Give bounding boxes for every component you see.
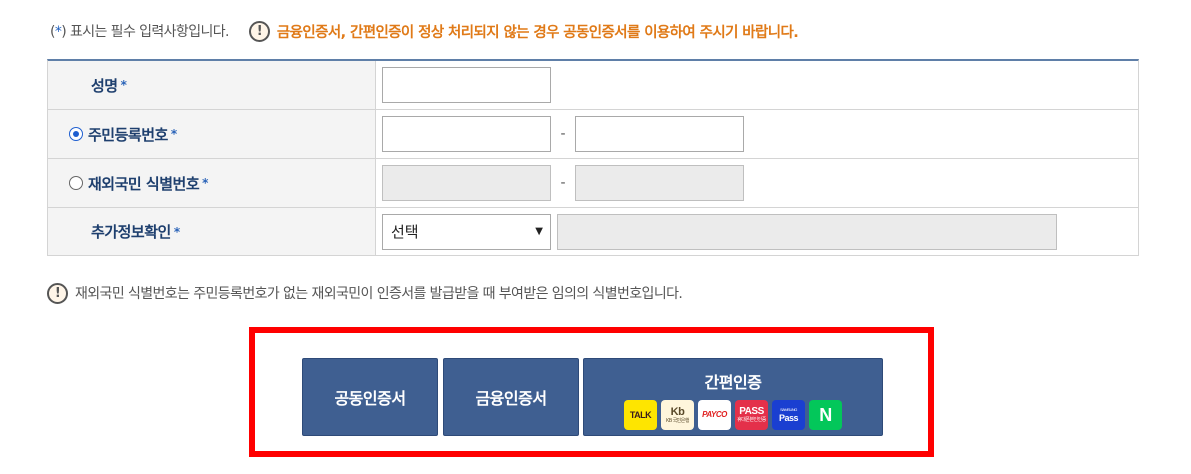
naver-icon: N — [809, 400, 842, 430]
samsung-pass-icon: SAMSUNG Pass — [772, 400, 805, 430]
rrn-front-input[interactable] — [382, 116, 551, 152]
form-row-name: 성명 * — [48, 61, 1138, 110]
payco-icon: PAYCO — [698, 400, 731, 430]
rrn-radio[interactable] — [69, 127, 83, 141]
foreigner-back-input — [575, 165, 744, 201]
foreigner-id-notice: ! 재외국민 식별번호는 주민등록번호가 없는 재외국민이 인증서를 발급받을 … — [47, 281, 683, 305]
extra-info-input — [557, 213, 1057, 250]
required-note: (*) 표시는 필수 입력사항입니다. — [50, 24, 230, 40]
foreigner-value-cell: - — [376, 159, 1138, 207]
public-certificate-button[interactable]: 공동인증서 — [302, 358, 438, 436]
foreigner-separator: - — [560, 175, 566, 191]
auth-method-highlight: 공동인증서 금융인증서 간편인증 TALK Kb KB 국민은행 PAYCO PA… — [249, 327, 934, 457]
provider-icons: TALK Kb KB 국민은행 PAYCO PASS 휴대폰본인인증 SAMSUNG… — [624, 400, 842, 430]
extra-value-cell: 선택 ▼ — [376, 208, 1138, 255]
extra-info-select[interactable]: 선택 ▼ — [382, 213, 551, 250]
rrn-label: 주민등록번호 * — [48, 110, 376, 158]
form-row-rrn: 주민등록번호 * - — [48, 110, 1138, 159]
required-star: * — [173, 224, 180, 239]
rrn-value-cell: - — [376, 110, 1138, 158]
warning-text: 금융인증서, 간편인증이 정상 처리되지 않는 경우 공동인증서를 이용하여 주… — [276, 24, 799, 41]
extra-label: 추가정보확인 * — [48, 208, 376, 255]
name-input[interactable] — [382, 67, 551, 103]
pass-icon: PASS 휴대폰본인인증 — [735, 400, 768, 430]
simple-auth-label: 간편인증 — [704, 373, 762, 392]
required-star: * — [202, 176, 208, 190]
info-icon: ! — [47, 282, 68, 304]
kb-bank-icon: Kb KB 국민은행 — [661, 400, 694, 430]
foreigner-radio[interactable] — [69, 176, 83, 190]
rrn-back-input[interactable] — [575, 116, 744, 152]
name-label: 성명 * — [48, 61, 376, 109]
select-value: 선택 — [391, 223, 419, 241]
form-row-foreigner: 재외국민 식별번호 * - — [48, 159, 1138, 208]
required-star: * — [170, 127, 177, 141]
warning-icon: ! — [248, 20, 270, 42]
foreigner-front-input — [382, 165, 551, 201]
name-value-cell — [376, 61, 1138, 109]
foreigner-label: 재외국민 식별번호 * — [48, 159, 376, 207]
foreigner-id-notice-text: 재외국민 식별번호는 주민등록번호가 없는 재외국민이 인증서를 발급받을 때 … — [75, 286, 683, 302]
top-notice: (*) 표시는 필수 입력사항입니다. ! 금융인증서, 간편인증이 정상 처리… — [50, 18, 799, 44]
chevron-down-icon: ▼ — [535, 226, 543, 237]
form-row-extra: 추가정보확인 * 선택 ▼ — [48, 208, 1138, 256]
rrn-separator: - — [560, 126, 566, 142]
simple-auth-button[interactable]: 간편인증 TALK Kb KB 국민은행 PAYCO PASS 휴대폰본인인증 SA… — [583, 358, 883, 436]
kakao-icon: TALK — [624, 400, 657, 430]
identity-form: 성명 * 주민등록번호 * - 재외국민 식별번호 * - 추가정보확인 * 선… — [47, 59, 1139, 256]
financial-certificate-button[interactable]: 금융인증서 — [443, 358, 579, 436]
required-star: * — [120, 78, 127, 92]
